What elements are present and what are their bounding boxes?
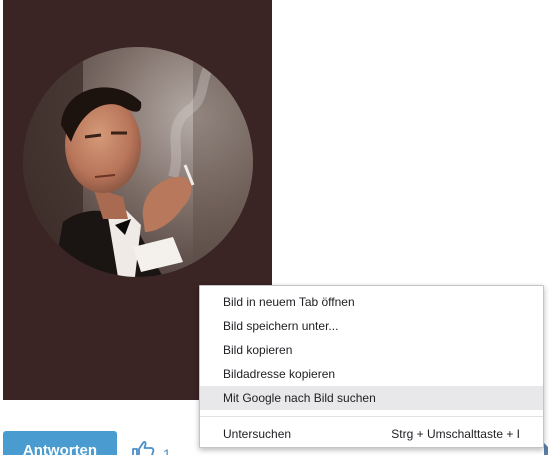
thumbs-up-icon[interactable] [131,440,155,455]
page: Antworten 1 Bild in neuem Tab öffnen Bil… [0,0,549,455]
context-menu: Bild in neuem Tab öffnen Bild speichern … [199,285,544,448]
menu-item-inspect-label: Untersuchen [223,427,292,441]
reply-button[interactable]: Antworten [3,431,117,455]
menu-item-copy-image[interactable]: Bild kopieren [200,338,543,362]
menu-item-inspect-shortcut: Strg + Umschalttaste + I [391,427,520,441]
menu-item-save-image-as[interactable]: Bild speichern unter... [200,314,543,338]
menu-separator [200,416,543,417]
menu-item-search-google-for-image[interactable]: Mit Google nach Bild suchen [200,386,543,410]
menu-item-inspect[interactable]: Untersuchen Strg + Umschalttaste + I [200,422,543,446]
menu-item-open-image-new-tab[interactable]: Bild in neuem Tab öffnen [200,290,543,314]
like-count: 1 [163,446,171,455]
portrait-photo [23,47,253,277]
menu-item-copy-image-address[interactable]: Bildadresse kopieren [200,362,543,386]
